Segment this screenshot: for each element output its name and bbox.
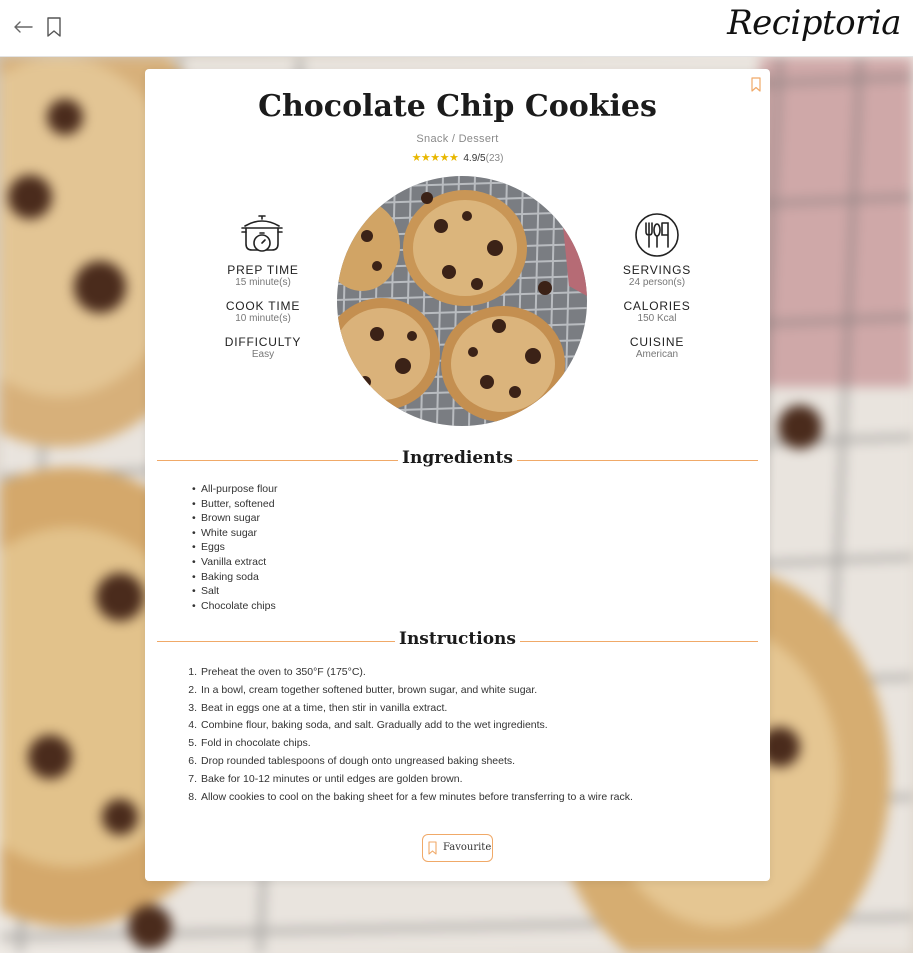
stat-value: 24 person(s) bbox=[628, 277, 686, 288]
instruction-step: 7. Bake for 10-12 minutes or until edges … bbox=[188, 771, 633, 789]
list-item: All-purpose flour bbox=[192, 482, 278, 497]
list-item: Baking soda bbox=[192, 570, 277, 585]
instructions-list: 1. Preheat the oven to 350°F (175°C). 2. In… bbox=[188, 664, 633, 807]
instruction-step: 4. Combine flour, baking soda, and salt. … bbox=[188, 717, 633, 735]
stat-prep-time: PREP TIME 15 minute(s) bbox=[183, 263, 343, 289]
list-item: Brown sugar bbox=[192, 511, 277, 526]
stat-label: CALORIES bbox=[623, 299, 691, 313]
stat-label: COOK TIME bbox=[225, 299, 301, 313]
stat-cook-time: COOK TIME 10 minute(s) bbox=[183, 299, 343, 325]
step-number: 2. bbox=[188, 683, 197, 696]
rating-score: 4.9/5 bbox=[463, 153, 486, 164]
stat-label: SERVINGS bbox=[622, 263, 692, 277]
instructions-title: Instructions bbox=[395, 629, 520, 649]
stat-calories: CALORIES 150 Kcal bbox=[577, 299, 737, 325]
recipe-category: Snack / Dessert bbox=[416, 133, 499, 145]
cooking-pot-timer-icon bbox=[241, 215, 283, 252]
stat-value: 10 minute(s) bbox=[235, 313, 291, 324]
bookmark-icon[interactable] bbox=[45, 16, 63, 38]
top-bar: Reciptoria bbox=[0, 0, 913, 57]
ingredients-heading: Ingredients bbox=[157, 448, 758, 472]
stat-label: CUISINE bbox=[629, 335, 685, 349]
stat-value: Easy bbox=[251, 349, 275, 360]
stat-label: DIFFICULTY bbox=[224, 335, 302, 349]
bookmark-icon bbox=[428, 841, 437, 855]
cookies-on-rack-image bbox=[337, 176, 587, 426]
stat-value: 15 minute(s) bbox=[235, 277, 291, 288]
step-text: Drop rounded tablespoons of dough onto u… bbox=[201, 754, 516, 767]
stat-label: PREP TIME bbox=[227, 263, 299, 277]
list-item: Salt bbox=[192, 584, 277, 599]
list-item: White sugar bbox=[192, 526, 277, 541]
ingredients-list: All-purpose flourButter, softenedBrown s… bbox=[192, 482, 278, 614]
section-title: Instructions bbox=[157, 629, 758, 649]
step-text: Allow cookies to cool on the baking shee… bbox=[201, 790, 633, 803]
step-text: Fold in chocolate chips. bbox=[201, 737, 311, 750]
stat-servings: SERVINGS 24 person(s) bbox=[577, 263, 737, 289]
ingredients-title: Ingredients bbox=[398, 448, 517, 468]
step-number: 6. bbox=[188, 754, 197, 767]
recipe-title: Chocolate Chip Cookies bbox=[258, 89, 657, 124]
rating-count: (23) bbox=[485, 153, 504, 164]
step-text: Bake for 10-12 minutes or until edges ar… bbox=[201, 772, 463, 785]
stat-cuisine: CUISINE American bbox=[577, 335, 737, 361]
instruction-step: 1. Preheat the oven to 350°F (175°C). bbox=[188, 664, 633, 682]
favourite-button[interactable]: Favourite bbox=[422, 834, 493, 862]
section-title: Ingredients bbox=[157, 448, 758, 468]
step-text: Preheat the oven to 350°F (175°C). bbox=[201, 666, 366, 678]
step-number: 1. bbox=[188, 666, 197, 678]
step-text: Combine flour, baking soda, and salt. Gr… bbox=[201, 719, 548, 732]
rating-stars: ★★★★★ bbox=[411, 152, 459, 164]
instruction-step: 5. Fold in chocolate chips. bbox=[188, 735, 633, 753]
instruction-step: 3. Beat in eggs one at a time, then stir … bbox=[188, 700, 633, 718]
rating: ★★★★★ 4.9/5(23) bbox=[145, 151, 770, 164]
step-text: Beat in eggs one at a time, then stir in… bbox=[201, 701, 448, 714]
list-item: Butter, softened bbox=[192, 497, 277, 512]
instruction-step: 2. In a bowl, cream together softened but… bbox=[188, 682, 633, 700]
step-number: 4. bbox=[188, 719, 197, 732]
step-number: 7. bbox=[188, 772, 197, 785]
list-item: Chocolate chips bbox=[192, 599, 277, 614]
list-item: Eggs bbox=[192, 540, 277, 555]
favourite-label: Favourite bbox=[443, 842, 492, 853]
instruction-step: 8. Allow cookies to cool on the baking sh… bbox=[188, 789, 633, 807]
stat-difficulty: DIFFICULTY Easy bbox=[183, 335, 343, 361]
arrow-left-icon[interactable] bbox=[11, 15, 35, 39]
step-text: In a bowl, cream together softened butte… bbox=[201, 683, 538, 696]
step-number: 8. bbox=[188, 790, 197, 803]
brand-logo[interactable]: Reciptoria bbox=[727, 3, 901, 43]
instructions-heading: Instructions bbox=[157, 629, 758, 653]
stat-value: American bbox=[635, 349, 679, 360]
stat-value: 150 Kcal bbox=[637, 313, 677, 324]
list-item: Vanilla extract bbox=[192, 555, 277, 570]
recipe-card: Chocolate Chip Cookies Snack / Dessert ★… bbox=[145, 69, 770, 881]
recipe-photo bbox=[337, 176, 587, 426]
step-number: 3. bbox=[188, 701, 197, 714]
plate-cutlery-icon bbox=[635, 213, 679, 257]
instruction-step: 6. Drop rounded tablespoons of dough onto… bbox=[188, 753, 633, 771]
step-number: 5. bbox=[188, 737, 197, 750]
